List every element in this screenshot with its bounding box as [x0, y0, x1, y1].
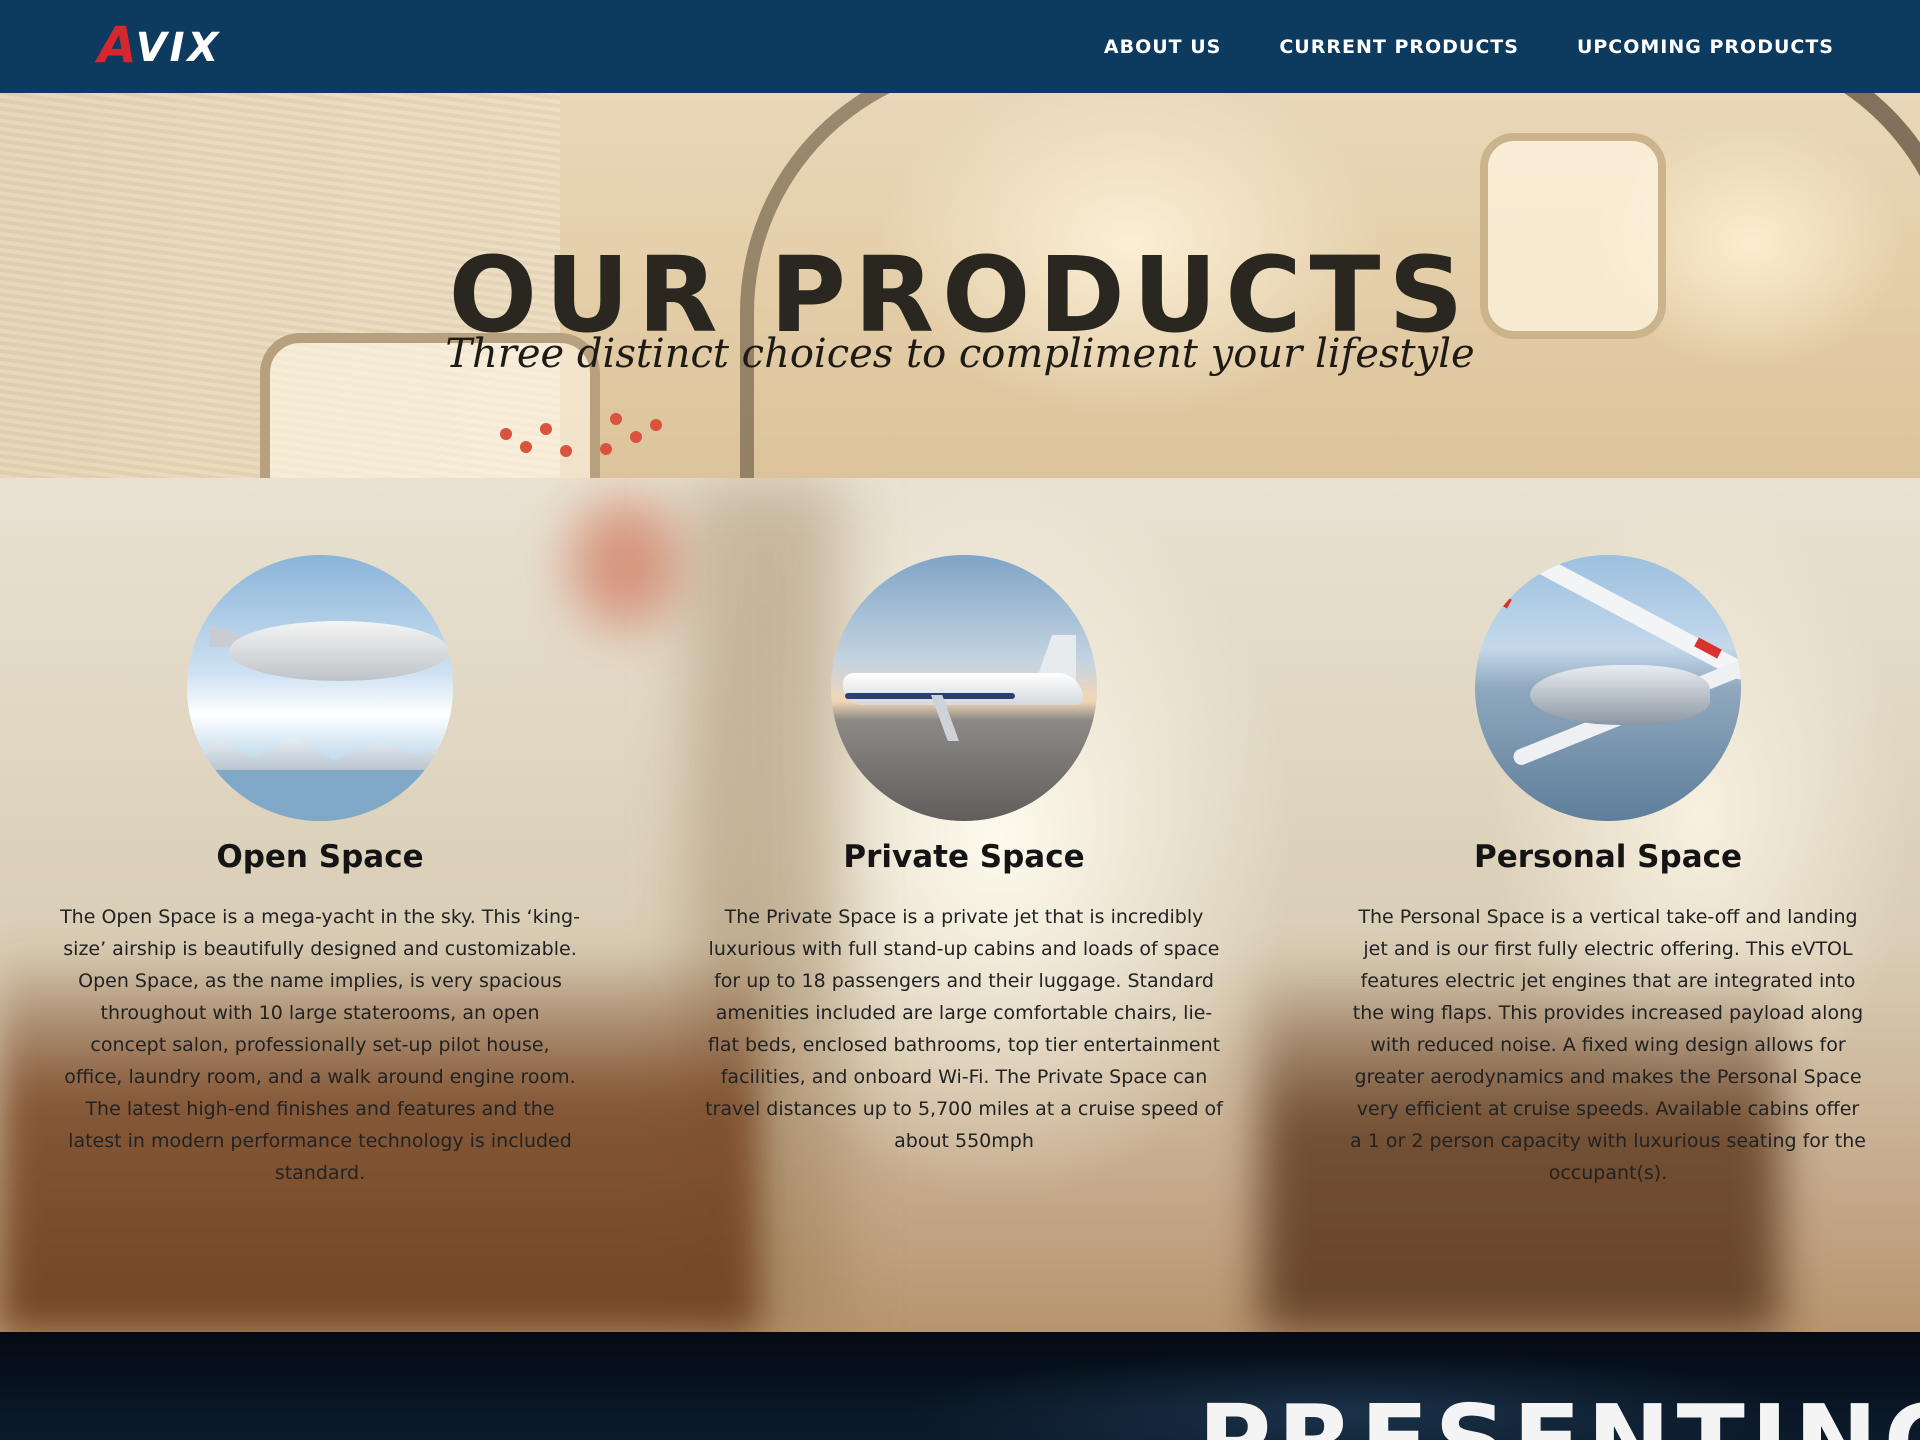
presenting-banner: PRESENTING:: [0, 1332, 1920, 1440]
logo-text: VIX: [135, 25, 222, 71]
product-description: The Private Space is a private jet that …: [705, 905, 1223, 1152]
nav-link-upcoming-products[interactable]: UPCOMING PRODUCTS: [1577, 36, 1834, 58]
banner-heading: PRESENTING:: [1198, 1392, 1920, 1440]
nav-link-about-us[interactable]: ABOUT US: [1104, 36, 1221, 58]
product-description: The Open Space is a mega-yacht in the sk…: [60, 905, 580, 1184]
product-title: Open Space: [216, 839, 424, 875]
product-card-personal-space: Personal Space The Personal Space is a v…: [1348, 555, 1868, 1189]
evtol-image: [1475, 555, 1741, 821]
product-title: Personal Space: [1473, 839, 1743, 875]
background-flowers: [570, 498, 680, 628]
private-jet-image: [831, 555, 1097, 821]
nav-link-current-products[interactable]: CURRENT PRODUCTS: [1279, 36, 1519, 58]
hero-section: OUR PRODUCTS Three distinct choices to c…: [0, 93, 1920, 478]
product-title: Private Space: [843, 839, 1085, 875]
nav-links: ABOUT US CURRENT PRODUCTS UPCOMING PRODU…: [1104, 36, 1834, 58]
product-card-private-space: Private Space The Private Space is a pri…: [704, 555, 1224, 1157]
airship-image: [187, 555, 453, 821]
product-card-open-space: Open Space The Open Space is a mega-yach…: [60, 555, 580, 1189]
top-nav: A VIX ABOUT US CURRENT PRODUCTS UPCOMING…: [0, 0, 1920, 93]
page-subtitle: Three distinct choices to compliment you…: [445, 331, 1475, 377]
products-section: Open Space The Open Space is a mega-yach…: [0, 478, 1920, 1332]
logo-letter-a: A: [98, 16, 137, 74]
product-description: The Personal Space is a vertical take-of…: [1350, 905, 1866, 1184]
brand-logo[interactable]: A VIX: [98, 16, 222, 74]
